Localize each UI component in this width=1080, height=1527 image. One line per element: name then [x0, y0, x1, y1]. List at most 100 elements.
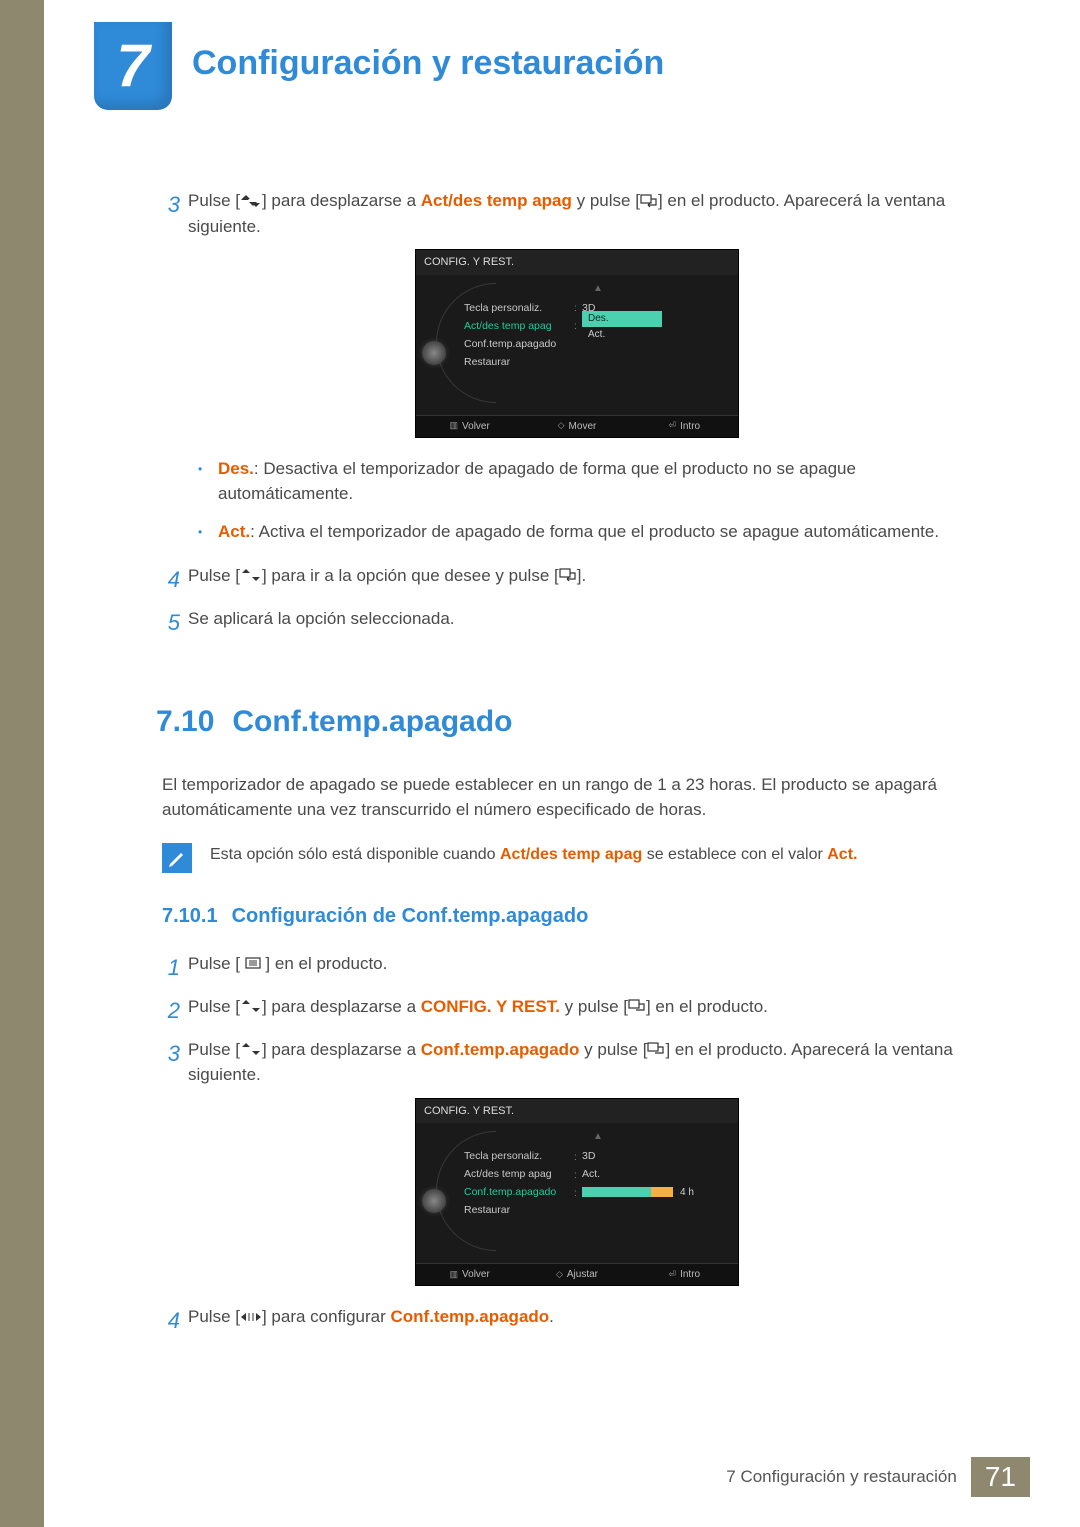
osd-title: CONFIG. Y REST. — [416, 250, 738, 275]
text: y pulse [ — [560, 997, 628, 1016]
menu-icon — [245, 957, 261, 969]
osd-arc-decoration — [436, 1131, 496, 1251]
text: : Desactiva el temporizador de apagado d… — [218, 459, 856, 504]
step-number: 5 — [158, 606, 188, 639]
section-number: 7.10 — [156, 699, 214, 744]
step-number: 1 — [158, 951, 188, 984]
subsection-number: 7.10.1 — [162, 901, 218, 931]
bullet-icon: • — [198, 456, 218, 507]
osd-item-value: 3D — [582, 1149, 732, 1165]
enter-icon — [628, 999, 646, 1013]
step-5: 5 Se aplicará la opción seleccionada. — [162, 606, 992, 639]
osd-arc-decoration — [436, 283, 496, 403]
up-down-icon — [240, 999, 262, 1013]
enter-icon: ⏎ — [669, 1268, 677, 1282]
text: Pulse [ — [188, 954, 245, 973]
highlight-text: Act. — [218, 522, 250, 541]
chapter-number-badge: 7 — [94, 22, 172, 110]
osd-footer-move: ◇Ajustar — [523, 1267, 630, 1282]
section-title-text: Conf.temp.apagado — [232, 699, 512, 744]
enter-icon — [640, 194, 658, 208]
sidebar-accent — [0, 0, 44, 1527]
step-number: 3 — [158, 1037, 188, 1088]
highlight-text: Conf.temp.apagado — [391, 1307, 550, 1326]
gear-icon — [422, 1189, 446, 1213]
highlight-text: Act. — [827, 846, 857, 863]
enter-icon — [647, 1042, 665, 1056]
step-3: 3 Pulse [] para desplazarse a Act/des te… — [162, 188, 992, 239]
step-number: 2 — [158, 994, 188, 1027]
text: ]. — [577, 566, 586, 585]
chapter-title: Configuración y restauración — [192, 44, 664, 83]
osd-footer-enter: ⏎Intro — [631, 419, 738, 434]
text: y pulse [ — [579, 1040, 647, 1059]
text: . — [549, 1307, 554, 1326]
gear-icon — [422, 341, 446, 365]
osd-dropdown-selected: Des. — [582, 311, 662, 327]
osd-title: CONFIG. Y REST. — [416, 1099, 738, 1124]
text: ] para configurar — [262, 1307, 391, 1326]
text: Pulse [ — [188, 566, 240, 585]
text: ] para ir a la opción que desee y pulse … — [262, 566, 559, 585]
highlight-text: Act/des temp apag — [421, 191, 572, 210]
text: se establece con el valor — [642, 846, 827, 863]
note-icon — [162, 843, 192, 873]
osd-screenshot-1: CONFIG. Y REST. ▲ Tecla personaliz. : 3D… — [415, 249, 739, 438]
osd-dropdown-option: Act. — [582, 329, 611, 340]
enter-icon: ⏎ — [669, 419, 677, 433]
osd-row: Tecla personaliz. : 3D — [464, 1148, 732, 1166]
up-arrow-icon: ▲ — [464, 281, 732, 296]
text: ] para desplazarse a — [262, 997, 421, 1016]
text: Pulse [ — [188, 191, 240, 210]
bullet-item: • Act.: Activa el temporizador de apagad… — [198, 519, 992, 545]
up-arrow-icon: ▲ — [464, 1129, 732, 1144]
text: Pulse [ — [188, 1040, 240, 1059]
bullet-item: • Des.: Desactiva el temporizador de apa… — [198, 456, 992, 507]
step-number: 4 — [158, 1304, 188, 1337]
up-down-icon — [240, 194, 262, 208]
menu-icon: ▥ — [450, 419, 459, 433]
osd-footer-move: ◇Mover — [523, 419, 630, 434]
enter-icon — [559, 568, 577, 582]
text: ] en el producto. — [261, 954, 388, 973]
text: Pulse [ — [188, 997, 240, 1016]
highlight-text: Des. — [218, 459, 254, 478]
highlight-text: Conf.temp.apagado — [421, 1040, 580, 1059]
osd-item-value: Act. — [582, 1167, 732, 1183]
up-down-icon — [240, 568, 262, 582]
osd-screenshot-2: CONFIG. Y REST. ▲ Tecla personaliz. : 3D… — [415, 1098, 739, 1287]
osd-footer-back: ▥Volver — [416, 419, 523, 434]
subsection-heading: 7.10.1 Configuración de Conf.temp.apagad… — [162, 901, 992, 931]
diamond-icon: ◇ — [556, 1268, 563, 1282]
section-heading: 7.10 Conf.temp.apagado — [156, 699, 992, 744]
page-footer: 7 Configuración y restauración 71 — [726, 1457, 1030, 1497]
subsection-title-text: Configuración de Conf.temp.apagado — [232, 901, 589, 931]
osd-row: Restaurar — [464, 1202, 732, 1220]
text: y pulse [ — [572, 191, 640, 210]
page-number: 71 — [971, 1457, 1030, 1497]
footer-chapter-label: 7 Configuración y restauración — [726, 1467, 957, 1487]
step-4: 4 Pulse [] para ir a la opción que desee… — [162, 563, 992, 596]
sub-step-2: 2 Pulse [] para desplazarse a CONFIG. Y … — [162, 994, 992, 1027]
left-right-icon — [240, 1311, 262, 1323]
highlight-text: CONFIG. Y REST. — [421, 997, 560, 1016]
diamond-icon: ◇ — [558, 419, 565, 433]
text: : Activa el temporizador de apagado de f… — [250, 522, 939, 541]
note-block: Esta opción sólo está disponible cuando … — [162, 843, 992, 873]
sub-step-4: 4 Pulse [] para configurar Conf.temp.apa… — [162, 1304, 992, 1337]
step-number: 3 — [158, 188, 188, 239]
highlight-text: Act/des temp apag — [500, 846, 642, 863]
osd-footer-back: ▥Volver — [416, 1267, 523, 1282]
osd-row-selected: Conf.temp.apagado : 4 h — [464, 1184, 732, 1202]
text: ] en el producto. — [646, 997, 768, 1016]
osd-row: Restaurar — [464, 354, 732, 372]
text: Esta opción sólo está disponible cuando — [210, 846, 500, 863]
sub-step-3: 3 Pulse [] para desplazarse a Conf.temp.… — [162, 1037, 992, 1088]
text: ] para desplazarse a — [262, 191, 421, 210]
step-number: 4 — [158, 563, 188, 596]
bullet-icon: • — [198, 519, 218, 545]
osd-row-selected: Act/des temp apag : Des. Act. — [464, 318, 732, 336]
text: ] para desplazarse a — [262, 1040, 421, 1059]
text: Pulse [ — [188, 1307, 240, 1326]
menu-icon: ▥ — [450, 1268, 459, 1282]
